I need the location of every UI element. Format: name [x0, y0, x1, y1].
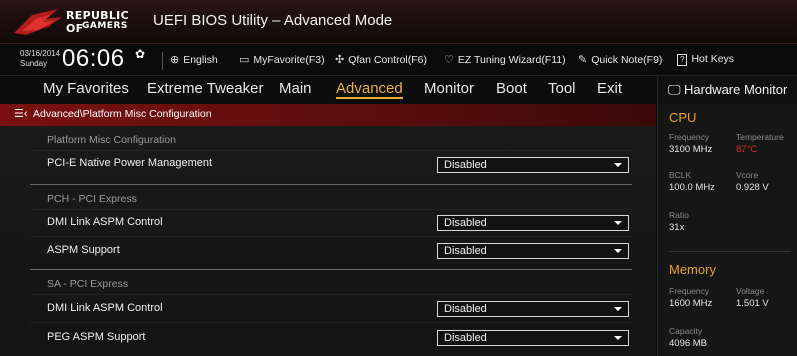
brand-line2: GAMERS — [82, 21, 128, 31]
chevron-down-icon — [614, 163, 622, 167]
chevron-down-icon — [614, 336, 622, 340]
tab-tool[interactable]: Tool — [548, 80, 576, 97]
toolbar-divider — [162, 52, 163, 70]
chevron-down-icon — [614, 221, 622, 225]
date-display: 03/16/2014 Sunday — [20, 49, 60, 69]
day-text: Sunday — [20, 59, 48, 68]
toolbar: 03/16/2014 Sunday 06:06 ✿ ⊕ English ▭ MyFa… — [0, 44, 797, 76]
section-divider — [30, 184, 632, 185]
bclk-value: 100.0 MHz — [669, 182, 715, 193]
ez-tuning-wizard-button[interactable]: ♡ EZ Tuning Wizard(F11) — [444, 53, 566, 66]
language-button[interactable]: ⊕ English — [170, 53, 218, 66]
ez-tuning-label: EZ Tuning Wizard(F11) — [457, 54, 566, 66]
rog-eye-icon — [14, 9, 62, 35]
memory-section-title: Memory — [669, 262, 716, 277]
ratio-label: Ratio — [669, 210, 689, 220]
cpu-frequency-value: 3100 MHz — [669, 144, 713, 155]
setting-label-pcie-native-power: PCI-E Native Power Management — [47, 157, 213, 169]
section-divider — [30, 269, 632, 270]
setting-label-pch-dmi-link-aspm: DMI Link ASPM Control — [47, 216, 163, 228]
memory-frequency-label: Frequency — [669, 286, 710, 296]
row-separator — [30, 294, 632, 295]
cpu-temperature-value: 87°C — [736, 144, 758, 155]
monitor-icon: 🖵 — [668, 82, 681, 97]
main-menu: My Favorites Extreme Tweaker Main Advanc… — [0, 76, 655, 104]
memory-capacity-label: Capacity — [669, 326, 703, 336]
ratio-value: 31x — [669, 222, 685, 233]
row-separator — [30, 236, 632, 237]
select-value: Disabled — [444, 217, 487, 229]
memory-voltage-label: Voltage — [736, 286, 765, 296]
settings-panel: Platform Misc Configuration PCI-E Native… — [0, 126, 656, 356]
hot-keys-label: Hot Keys — [691, 53, 735, 65]
help-icon: ? — [677, 54, 688, 66]
tab-boot[interactable]: Boot — [496, 80, 527, 97]
fan-icon: ✣ — [335, 54, 345, 66]
select-value: Disabled — [444, 303, 487, 315]
vcore-value: 0.928 V — [736, 182, 769, 193]
monitor-divider — [669, 251, 791, 252]
time-display[interactable]: 06:06 — [62, 45, 125, 73]
qfan-control-button[interactable]: ✣ Qfan Control(F6) — [335, 53, 427, 66]
hardware-monitor-panel: 🖵 Hardware Monitor CPU Frequency Tempera… — [657, 76, 797, 356]
section-title-pch-pci-express: PCH - PCI Express — [47, 193, 137, 205]
tab-monitor[interactable]: Monitor — [424, 80, 474, 97]
cpu-section-title: CPU — [669, 110, 697, 125]
memory-voltage-value: 1.501 V — [736, 298, 769, 309]
select-value: Disabled — [444, 245, 487, 257]
quick-note-button[interactable]: ✎ Quick Note(F9) — [578, 53, 662, 66]
chevron-down-icon — [614, 307, 622, 311]
myfavorite-label: MyFavorite(F3) — [253, 54, 325, 66]
title-bar: REPUBLIC OF GAMERS UEFI BIOS Utility – A… — [0, 0, 797, 44]
language-label: English — [183, 54, 218, 66]
tab-main[interactable]: Main — [279, 80, 312, 97]
back-arrow-icon[interactable]: ☰‹ — [14, 107, 28, 120]
pch-dmi-link-aspm-select[interactable]: Disabled — [437, 215, 629, 231]
row-separator — [30, 209, 632, 210]
memory-capacity-value: 4096 MB — [669, 338, 708, 349]
favorite-icon: ▭ — [239, 54, 250, 66]
cpu-frequency-label: Frequency — [669, 132, 710, 142]
app-title: UEFI BIOS Utility – Advanced Mode — [153, 12, 393, 29]
select-value: Disabled — [444, 332, 487, 344]
globe-icon: ⊕ — [170, 54, 180, 66]
aspm-support-select[interactable]: Disabled — [437, 243, 629, 259]
setting-label-sa-dmi-link-aspm: DMI Link ASPM Control — [47, 302, 163, 314]
select-value: Disabled — [444, 159, 487, 171]
setting-label-peg-aspm-support: PEG ASPM Support — [47, 331, 146, 343]
date-text: 03/16/2014 — [20, 49, 61, 58]
setting-label-aspm-support: ASPM Support — [47, 244, 120, 256]
gear-icon[interactable]: ✿ — [135, 47, 145, 61]
breadcrumb: ☰‹ Advanced\Platform Misc Configuration — [0, 104, 656, 126]
breadcrumb-text: Advanced\Platform Misc Configuration — [33, 108, 212, 120]
section-title-platform-misc: Platform Misc Configuration — [47, 134, 176, 146]
sa-dmi-link-aspm-select[interactable]: Disabled — [437, 301, 629, 317]
hot-keys-button[interactable]: ? Hot Keys — [677, 53, 734, 66]
qfan-label: Qfan Control(F6) — [348, 54, 427, 66]
tab-extreme-tweaker[interactable]: Extreme Tweaker — [147, 80, 263, 97]
chevron-down-icon — [614, 249, 622, 253]
bclk-label: BCLK — [669, 170, 692, 180]
note-icon: ✎ — [578, 54, 588, 66]
tab-exit[interactable]: Exit — [597, 80, 622, 97]
tab-advanced[interactable]: Advanced — [336, 80, 403, 99]
rog-logo: REPUBLIC OF GAMERS — [12, 5, 142, 39]
hardware-monitor-header: 🖵 Hardware Monitor — [658, 76, 797, 104]
tab-my-favorites[interactable]: My Favorites — [43, 80, 129, 97]
cpu-temperature-label: Temperature — [736, 132, 784, 142]
peg-aspm-support-select[interactable]: Disabled — [437, 330, 629, 346]
memory-frequency-value: 1600 MHz — [669, 298, 713, 309]
row-separator — [30, 150, 632, 151]
bulb-icon: ♡ — [444, 54, 454, 66]
section-title-sa-pci-express: SA - PCI Express — [47, 278, 129, 290]
row-separator — [30, 322, 632, 323]
quick-note-label: Quick Note(F9) — [591, 54, 663, 66]
hardware-monitor-title: Hardware Monitor — [684, 82, 788, 97]
pcie-native-power-select[interactable]: Disabled — [437, 157, 629, 173]
vcore-label: Vcore — [736, 170, 759, 180]
myfavorite-button[interactable]: ▭ MyFavorite(F3) — [239, 53, 325, 66]
